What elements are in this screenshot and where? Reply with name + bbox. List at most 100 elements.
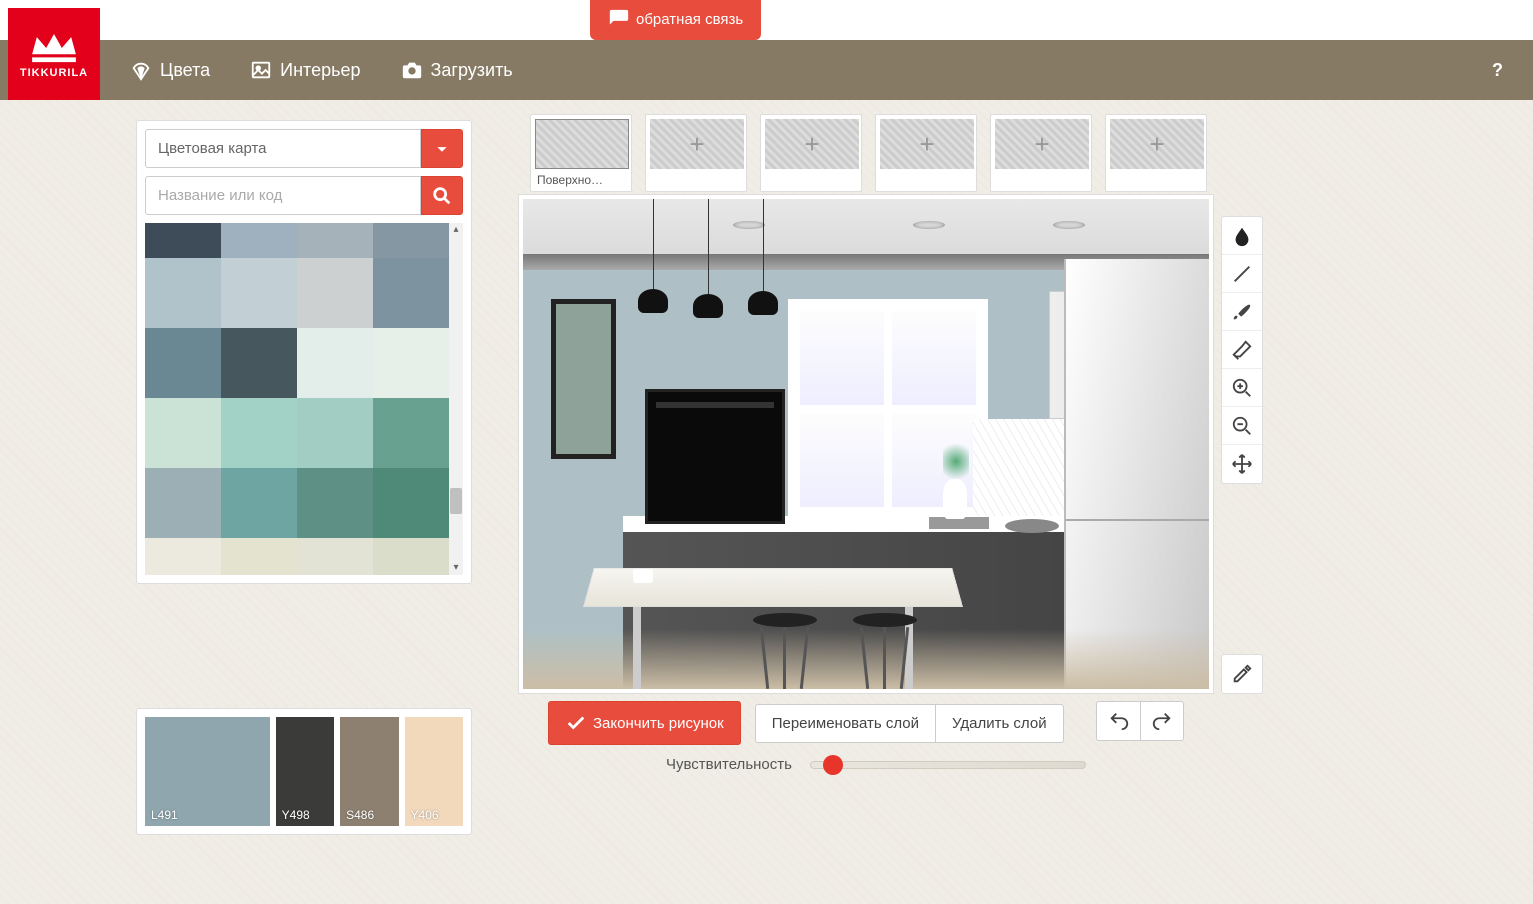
check-icon: [565, 712, 587, 734]
color-swatch[interactable]: [221, 538, 297, 575]
rename-layer-button[interactable]: Переименовать слой: [755, 704, 935, 743]
color-swatch[interactable]: [297, 398, 373, 468]
redo-icon: [1151, 710, 1173, 732]
eyedropper-tool[interactable]: [1222, 655, 1262, 693]
move-tool[interactable]: [1222, 445, 1262, 483]
search-icon: [431, 185, 453, 207]
header-bar: TIKKURILA Цвета Интерьер Загрузить ?: [0, 40, 1533, 100]
nav-colors[interactable]: Цвета: [120, 53, 220, 87]
brand-logo[interactable]: TIKKURILA: [8, 8, 100, 100]
color-swatch[interactable]: [373, 398, 449, 468]
nav-interior[interactable]: Интерьер: [240, 53, 370, 87]
color-search-input[interactable]: [145, 176, 421, 215]
redo-button[interactable]: [1140, 701, 1184, 741]
image-icon: [250, 59, 272, 81]
line-icon: [1231, 263, 1253, 285]
plus-icon: +: [650, 119, 744, 169]
color-search-button[interactable]: [421, 176, 463, 215]
finish-drawing-button[interactable]: Закончить рисунок: [548, 701, 741, 745]
surface-slot-add-6[interactable]: +: [1105, 114, 1207, 192]
zoom-out-tool[interactable]: [1222, 407, 1262, 445]
color-swatch[interactable]: [221, 258, 297, 328]
color-swatch[interactable]: [297, 223, 373, 258]
scroll-thumb[interactable]: [450, 488, 462, 514]
camera-icon: [401, 59, 423, 81]
color-swatch[interactable]: [373, 328, 449, 398]
color-swatch[interactable]: [297, 258, 373, 328]
swatch-scroll-area: ▴ ▾: [145, 223, 463, 575]
color-swatch[interactable]: [145, 398, 221, 468]
undo-redo-group: [1096, 701, 1184, 741]
colormap-dropdown[interactable]: Цветовая карта: [145, 129, 421, 168]
move-icon: [1231, 453, 1253, 475]
plus-icon: +: [765, 119, 859, 169]
nav-upload[interactable]: Загрузить: [391, 53, 523, 87]
scroll-down-icon[interactable]: ▾: [449, 561, 463, 575]
sensitivity-slider[interactable]: [810, 761, 1086, 769]
surface-slot-add-4[interactable]: +: [875, 114, 977, 192]
nav-colors-label: Цвета: [160, 60, 210, 81]
color-swatch[interactable]: [221, 468, 297, 538]
line-tool[interactable]: [1222, 255, 1262, 293]
color-swatch[interactable]: [221, 398, 297, 468]
finish-label: Закончить рисунок: [593, 715, 724, 732]
colormap-dropdown-toggle[interactable]: [421, 129, 463, 168]
color-swatch[interactable]: [221, 328, 297, 398]
action-bar: Закончить рисунок Переименовать слой Уда…: [548, 701, 1064, 745]
selected-color-code: Y498: [282, 808, 310, 822]
color-swatch[interactable]: [297, 328, 373, 398]
sensitivity-label: Чувствительность: [666, 756, 792, 773]
selected-colors-panel: L491 Y498 S486 Y406: [136, 708, 472, 835]
help-button[interactable]: ?: [1492, 60, 1503, 81]
logo-text: TIKKURILA: [20, 67, 88, 79]
color-swatch[interactable]: [373, 223, 449, 258]
color-swatch[interactable]: [145, 538, 221, 575]
feedback-tab[interactable]: обратная связь: [590, 0, 761, 40]
zoom-in-icon: [1231, 377, 1253, 399]
selected-color-code: S486: [346, 808, 374, 822]
selected-color-swatch[interactable]: S486: [340, 717, 398, 826]
color-swatch[interactable]: [373, 258, 449, 328]
selected-color-code: L491: [151, 808, 178, 822]
surface-label: Поверхно…: [535, 169, 627, 187]
color-swatch[interactable]: [145, 328, 221, 398]
selected-color-code: Y406: [411, 808, 439, 822]
paint-canvas[interactable]: [523, 199, 1209, 689]
fill-tool[interactable]: [1222, 217, 1262, 255]
undo-button[interactable]: [1096, 701, 1140, 741]
eyedropper-icon: [1231, 663, 1253, 685]
color-swatch[interactable]: [145, 223, 221, 258]
scroll-up-icon[interactable]: ▴: [449, 223, 463, 237]
surface-slot-add-5[interactable]: +: [990, 114, 1092, 192]
delete-layer-button[interactable]: Удалить слой: [935, 704, 1064, 743]
color-swatch[interactable]: [297, 468, 373, 538]
surface-slot-1[interactable]: Поверхно…: [530, 114, 632, 192]
selected-color-swatch[interactable]: Y406: [405, 717, 463, 826]
sensitivity-control: Чувствительность: [666, 756, 1086, 773]
color-swatch[interactable]: [145, 468, 221, 538]
slider-thumb[interactable]: [823, 755, 843, 775]
nav-interior-label: Интерьер: [280, 60, 360, 81]
color-swatch[interactable]: [297, 538, 373, 575]
surface-slot-add-3[interactable]: +: [760, 114, 862, 192]
brush-tool[interactable]: [1222, 293, 1262, 331]
brush-icon: [1231, 301, 1253, 323]
chat-icon: [608, 8, 630, 30]
surface-slot-add-2[interactable]: +: [645, 114, 747, 192]
color-swatch[interactable]: [221, 223, 297, 258]
feedback-label: обратная связь: [636, 11, 743, 28]
zoom-in-tool[interactable]: [1222, 369, 1262, 407]
color-swatch[interactable]: [373, 468, 449, 538]
color-swatch[interactable]: [145, 258, 221, 328]
eraser-tool[interactable]: [1222, 331, 1262, 369]
zoom-out-icon: [1231, 415, 1253, 437]
tool-panel: [1221, 216, 1263, 484]
color-swatch[interactable]: [373, 538, 449, 575]
surfaces-row: Поверхно… + + + + +: [530, 114, 1207, 192]
plus-icon: +: [995, 119, 1089, 169]
palette-scrollbar[interactable]: ▴ ▾: [449, 223, 463, 575]
nav-upload-label: Загрузить: [431, 60, 513, 81]
selected-color-swatch[interactable]: L491: [145, 717, 270, 826]
plus-icon: +: [1110, 119, 1204, 169]
selected-color-swatch[interactable]: Y498: [276, 717, 334, 826]
